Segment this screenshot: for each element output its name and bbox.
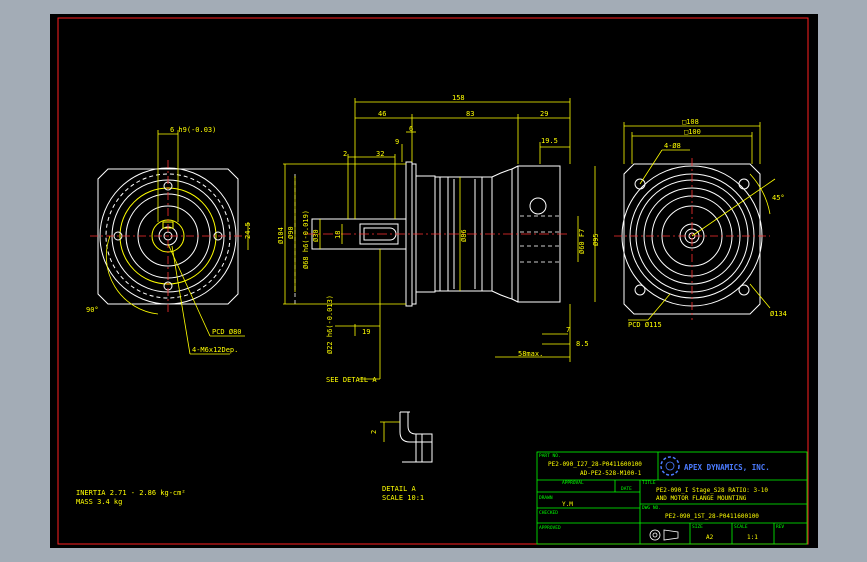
detail-dim-label: 2 [370, 430, 378, 434]
dia-68: Ø68 h6(-0.019) [302, 210, 310, 269]
dia-90: Ø90 [287, 226, 295, 239]
projection-symbol-icon [649, 529, 679, 541]
see-detail-a: SEE DETAIL A [326, 376, 377, 384]
dim-83: 83 [466, 110, 474, 118]
dim-2: 2 [343, 150, 347, 158]
dim-19: 19 [362, 328, 370, 336]
size-value: A2 [706, 534, 714, 541]
drawn-label: DRAWN [539, 495, 553, 501]
checked-label: CHECKED [539, 510, 558, 516]
drawing-svg: 6 h9(-0.03) 24.5 90° PCD Ø80 4-M6x12Dep. [57, 17, 809, 545]
title-line-2: AND MOTOR FLANGE MOUNTING [656, 495, 747, 502]
scale-value: 1:1 [747, 534, 758, 541]
rear-centerlines [614, 158, 770, 320]
dia-30: Ø30 [312, 229, 320, 242]
front-dimensions [105, 130, 249, 355]
detail-a [399, 411, 433, 463]
rear-dia-134: Ø134 [770, 310, 787, 318]
dim-keyway-label: 6 h9(-0.03) [170, 126, 216, 134]
dia-18: 18 [334, 231, 342, 239]
dim-overall-length: 158 [452, 94, 465, 102]
mass-note: MASS 3.4 kg [76, 498, 122, 506]
dim-29: 29 [540, 110, 548, 118]
drawing-canvas[interactable]: 6 h9(-0.03) 24.5 90° PCD Ø80 4-M6x12Dep. [50, 14, 818, 548]
dwg-no-label: DWG NO. [642, 505, 661, 511]
dim-height-label: 24.5 [244, 222, 252, 239]
dia-60: Ø60 F7 [578, 229, 586, 254]
rear-angle-label: 45° [772, 194, 785, 202]
dim-9: 9 [395, 138, 399, 146]
pcd-label: PCD Ø80 [212, 328, 242, 336]
side-dim-labels: 158 46 83 29 6 19.5 2 32 9 Ø104 Ø90 Ø68 … [277, 94, 600, 384]
inertia-note: INERTIA 2.71 - 2.86 kg-cm² [76, 489, 186, 497]
size-label: SIZE [692, 524, 703, 530]
title-line-1: PE2-090_I Stage_S28 RATIO: 3-10 [656, 487, 768, 494]
part-no-label: PART NO. [539, 453, 561, 459]
company-name: APEX DYNAMICS, INC. [684, 463, 770, 472]
dia-95: Ø95 [592, 233, 600, 246]
detail-scale: SCALE 10:1 [382, 494, 424, 502]
dim-100: □100 [684, 128, 701, 136]
notes: INERTIA 2.71 - 2.86 kg-cm² MASS 3.4 kg [76, 489, 186, 506]
approved-label: APPROVED [539, 525, 561, 531]
detail-title: DETAIL A [382, 485, 417, 493]
dia-104: Ø104 [277, 227, 285, 244]
dim-6: 6 [409, 125, 413, 133]
angle-label: 90° [86, 306, 99, 314]
dia-22: Ø22 h6(-0.013) [326, 295, 334, 354]
front-centerlines [90, 160, 246, 314]
dim-46: 46 [378, 110, 386, 118]
dim-58max: 58max. [518, 350, 543, 358]
drawn-value: Y.M [562, 501, 573, 508]
cad-application: 6 h9(-0.03) 24.5 90° PCD Ø80 4-M6x12Dep. [0, 0, 867, 562]
dim-7: 7 [566, 326, 570, 334]
dim-108: □108 [682, 118, 699, 126]
part-no-1: PE2-090_I27_28-P0411600100 [548, 461, 642, 468]
rear-bolt-hole [634, 284, 646, 296]
detail-dim [380, 421, 400, 442]
holes-label: 4-M6x12Dep. [192, 346, 238, 354]
scale-label-tb: SCALE [734, 524, 748, 530]
rear-bolt-hole [738, 178, 750, 190]
title-label: TITLE [642, 480, 656, 486]
adapter-access-hole [529, 197, 547, 215]
rev-label: REV [776, 524, 784, 530]
rear-pcd-label: PCD Ø115 [628, 321, 662, 329]
part-no-2: AD-PE2-528-M100-1 [580, 470, 642, 477]
dwg-no-value: PE2-090_1ST_28-P0411600100 [665, 513, 759, 520]
dim-32: 32 [376, 150, 384, 158]
date-label: DATE [621, 486, 632, 492]
rear-bolt-hole [738, 284, 750, 296]
rear-dim-labels: □108 □100 4-Ø8 45° PCD Ø115 Ø134 [628, 118, 787, 329]
dim-8-5: 8.5 [576, 340, 589, 348]
dia-86: Ø86 [460, 229, 468, 242]
approval-label: APPROVAL [562, 480, 584, 486]
company-logo-icon [660, 456, 680, 476]
rear-holes-label: 4-Ø8 [664, 142, 681, 150]
dim-19-5: 19.5 [541, 137, 558, 145]
